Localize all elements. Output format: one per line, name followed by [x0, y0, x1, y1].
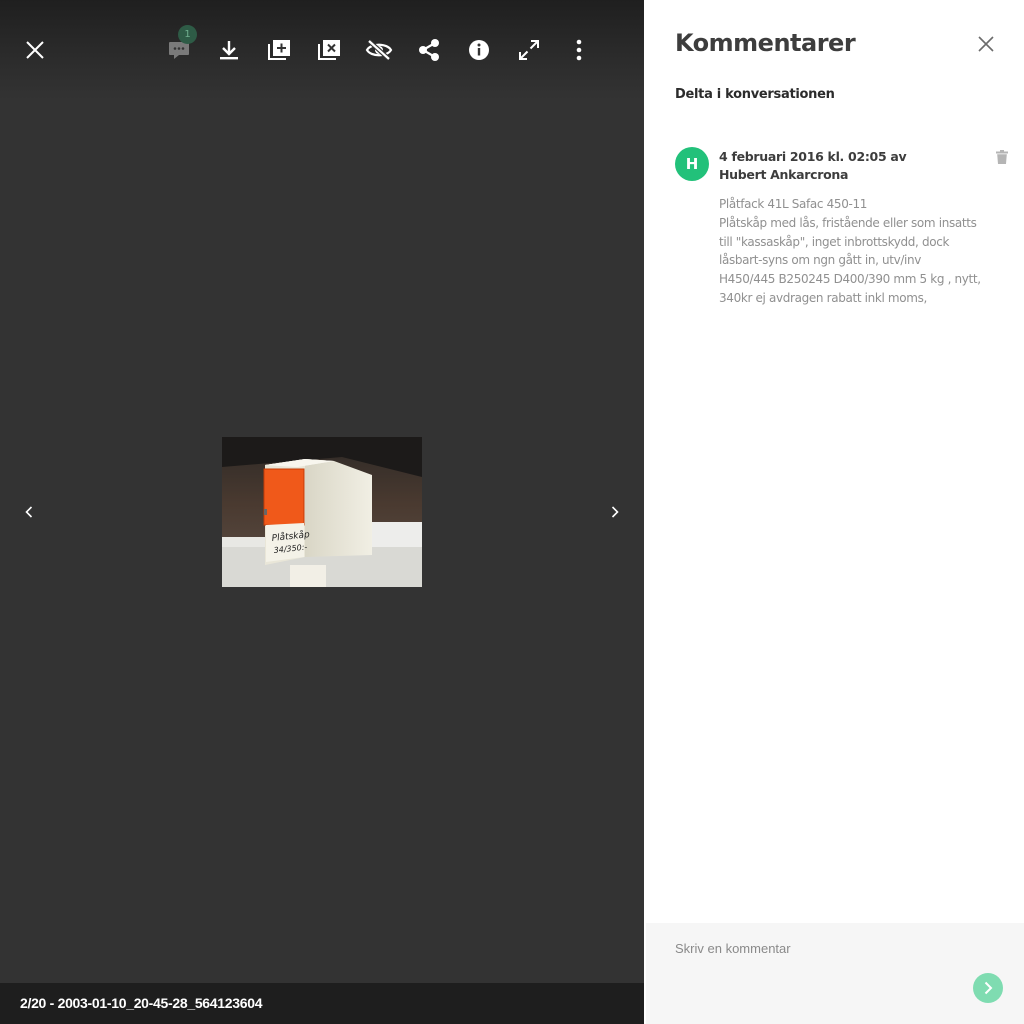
comment-count-badge: 1 — [178, 25, 197, 44]
avatar: H — [675, 147, 709, 181]
add-to-album-icon — [268, 40, 290, 60]
comment-body-line: till "kassaskåp", inget inbrottskydd, do… — [719, 234, 950, 249]
comment-composer — [646, 923, 1024, 1024]
fullscreen-button[interactable] — [509, 30, 549, 70]
comment-body-line: Plåtskåp med lås, fristående eller som i… — [719, 215, 977, 230]
comment-body-line: 340kr ej avdragen rabatt inkl moms, — [719, 290, 927, 305]
chevron-left-icon — [25, 506, 33, 518]
chevron-right-icon — [611, 506, 619, 518]
delete-comment-button[interactable] — [996, 149, 1010, 165]
comment-body-line: låsbart-syns om ngn gått in, utv/inv — [719, 253, 922, 268]
comment-body-line: H450/445 B250245 D400/390 mm 5 kg , nytt… — [719, 272, 981, 287]
chevron-right-icon — [984, 981, 993, 995]
info-icon — [469, 40, 489, 60]
eye-off-icon — [365, 39, 393, 61]
share-icon — [419, 39, 439, 61]
close-sidebar-button[interactable] — [975, 33, 997, 55]
fullscreen-icon — [519, 40, 539, 60]
sidebar-subtitle: Delta i konversationen — [675, 87, 835, 102]
photo-filename: 2/20 - 2003-01-10_20-45-28_564123604 — [20, 995, 263, 1011]
comment-body-line: Plåtfack 41L Safac 450-11 — [719, 197, 868, 211]
comment-meta: 4 februari 2016 kl. 02:05 av Hubert Anka… — [719, 149, 907, 182]
download-button[interactable] — [209, 30, 249, 70]
close-icon — [978, 36, 994, 52]
add-to-album-button[interactable] — [259, 30, 299, 70]
displayed-photo: Plåtskåp 34/350:- — [222, 437, 422, 587]
viewer-toolbar: 1 — [0, 0, 644, 100]
share-button[interactable] — [409, 30, 449, 70]
close-viewer-button[interactable] — [15, 30, 55, 70]
download-icon — [220, 41, 238, 60]
locker-photo-image: Plåtskåp 34/350:- — [222, 437, 422, 587]
hide-photo-button[interactable] — [359, 30, 399, 70]
info-button[interactable] — [459, 30, 499, 70]
comments-sidebar: Kommentarer Delta i konversationen H 4 f… — [644, 0, 1024, 1024]
previous-photo-button[interactable] — [17, 500, 41, 524]
send-comment-button[interactable] — [973, 973, 1003, 1003]
remove-from-album-icon — [318, 40, 340, 60]
remove-from-album-button[interactable] — [309, 30, 349, 70]
trash-icon — [996, 150, 1008, 164]
photo-viewer: 1 Plåtskåp 34/350:- 2/20 - 2003-01-10_20… — [0, 0, 644, 1024]
next-photo-button[interactable] — [603, 500, 627, 524]
comment-input[interactable] — [646, 923, 1024, 1024]
more-options-button[interactable] — [559, 30, 599, 70]
close-icon — [26, 41, 44, 59]
filename-bar: 2/20 - 2003-01-10_20-45-28_564123604 — [0, 983, 644, 1024]
sidebar-title: Kommentarer — [675, 29, 856, 57]
comment-body: Plåtfack 41L Safac 450-11 Plåtskåp med l… — [719, 195, 981, 308]
comments-button[interactable]: 1 — [159, 25, 199, 70]
more-vertical-icon — [576, 39, 582, 61]
